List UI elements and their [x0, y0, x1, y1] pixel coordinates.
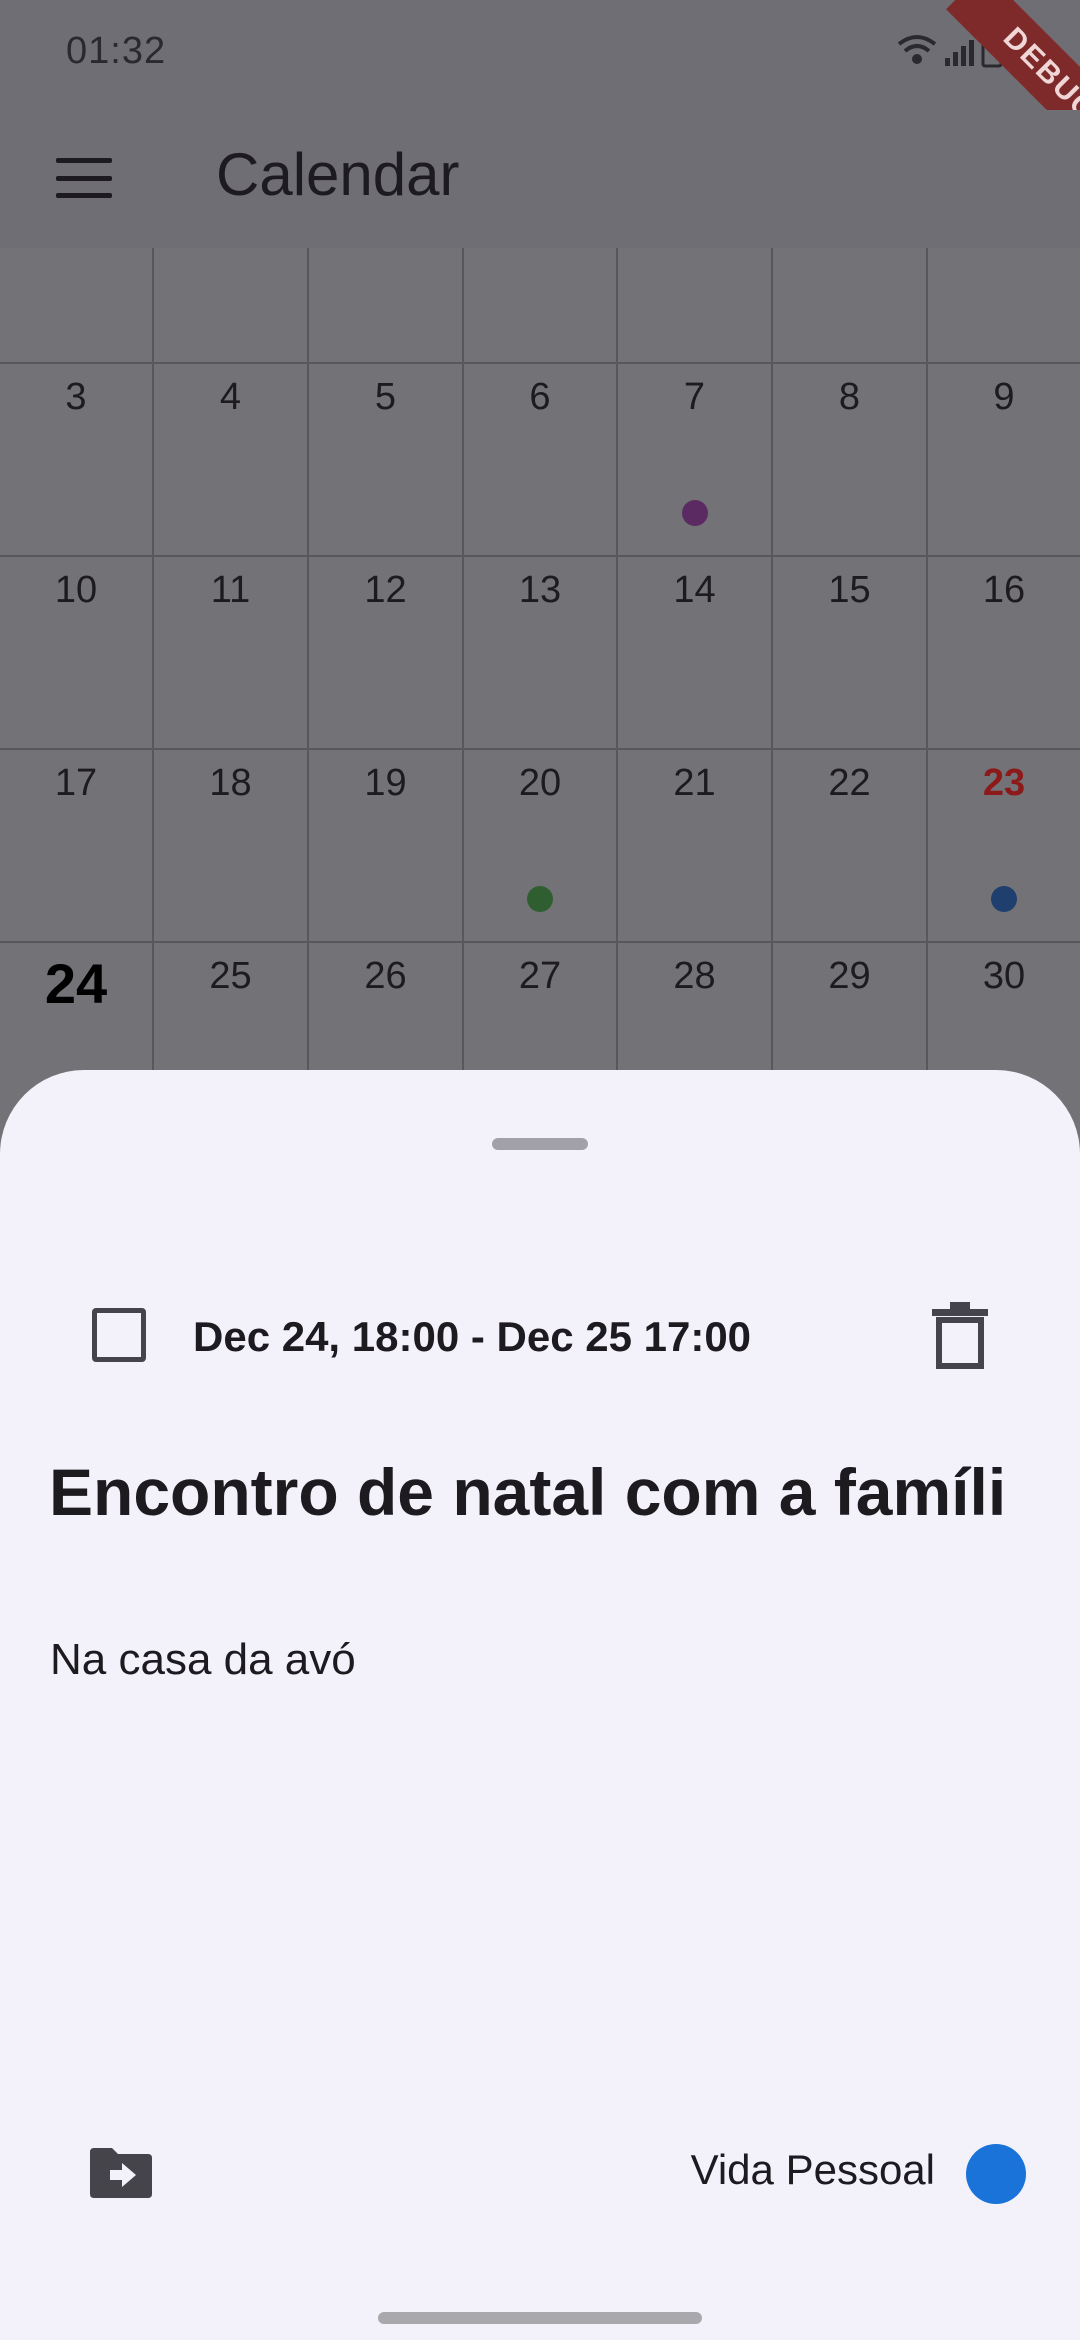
event-dot: [527, 886, 553, 912]
calendar-day-empty[interactable]: [154, 248, 309, 364]
event-detail-sheet: Dec 24, 18:00 - Dec 25 17:00 Encontro de…: [0, 1070, 1080, 2340]
event-datetime: Dec 24, 18:00 - Dec 25 17:00: [193, 1313, 752, 1360]
calendar-app: 01:32 DEBUG Calendar 3 4 5 6 7 8 9 10 11…: [0, 0, 1080, 2340]
day-number: 10: [54, 569, 98, 611]
day-number: 16: [982, 569, 1026, 611]
move-to-calendar-button[interactable]: [88, 2144, 154, 2200]
trash-icon: [932, 1302, 988, 1369]
menu-button[interactable]: [44, 138, 124, 218]
day-number: 11: [210, 569, 251, 611]
day-number: 4: [219, 376, 242, 418]
day-number: 8: [838, 376, 861, 418]
calendar-day-10[interactable]: 10: [0, 557, 154, 750]
calendar-day-18[interactable]: 18: [154, 750, 309, 943]
event-dot: [991, 886, 1017, 912]
calendar-day-17[interactable]: 17: [0, 750, 154, 943]
calendar-color-dot[interactable]: [966, 2144, 1026, 2204]
day-number: 13: [518, 569, 562, 611]
done-checkbox[interactable]: [92, 1308, 146, 1362]
day-number: 28: [673, 955, 716, 997]
event-description[interactable]: Na casa da avó: [50, 1630, 356, 1690]
day-number: 12: [364, 569, 407, 611]
calendar-day-19[interactable]: 19: [309, 750, 464, 943]
calendar-day-13[interactable]: 13: [464, 557, 618, 750]
calendar-day-empty[interactable]: [773, 248, 928, 364]
day-number: 25: [209, 955, 252, 997]
folder-move-icon: [90, 2148, 152, 2198]
calendar-day-empty[interactable]: [928, 248, 1080, 364]
calendar-day-empty[interactable]: [0, 248, 154, 364]
calendar-day-16[interactable]: 16: [928, 557, 1080, 750]
calendar-week-row: 3 4 5 6 7 8 9: [0, 364, 1080, 557]
day-number: 30: [982, 955, 1026, 997]
calendar-day-23[interactable]: 23: [928, 750, 1080, 943]
day-number: 18: [209, 762, 252, 804]
calendar-day-empty[interactable]: [618, 248, 773, 364]
day-number: 19: [364, 762, 407, 804]
calendar-day-8[interactable]: 8: [773, 364, 928, 557]
day-number: 23: [982, 762, 1026, 804]
calendar-day-20[interactable]: 20: [464, 750, 618, 943]
menu-icon: [56, 158, 112, 198]
day-number: 29: [828, 955, 871, 997]
status-bar: 01:32 DEBUG: [0, 0, 1080, 170]
day-number: 20: [518, 762, 562, 804]
day-number: 5: [374, 376, 397, 418]
day-number: 3: [65, 376, 87, 418]
calendar-name[interactable]: Vida Pessoal: [691, 2142, 935, 2198]
event-title[interactable]: Encontro de natal com a famíli: [49, 1450, 1049, 1534]
calendar-week-row: 10 11 12 13 14 15 16: [0, 557, 1080, 750]
day-number: 21: [673, 762, 716, 804]
status-time: 01:32: [66, 30, 167, 72]
day-number: 14: [673, 569, 716, 611]
day-number: 26: [364, 955, 407, 997]
day-number: 17: [54, 762, 98, 804]
home-indicator[interactable]: [378, 2312, 702, 2324]
day-number: 9: [993, 376, 1015, 418]
app-bar: Calendar: [0, 110, 1080, 248]
day-number: 22: [828, 762, 871, 804]
calendar-day-6[interactable]: 6: [464, 364, 618, 557]
drag-handle[interactable]: [492, 1138, 588, 1150]
calendar-day-14[interactable]: 14: [618, 557, 773, 750]
calendar-day-9[interactable]: 9: [928, 364, 1080, 557]
calendar-week-row: [0, 248, 1080, 364]
event-dot: [681, 500, 708, 526]
calendar-day-4[interactable]: 4: [154, 364, 309, 557]
calendar-day-15[interactable]: 15: [773, 557, 928, 750]
calendar-day-11[interactable]: 11: [154, 557, 309, 750]
calendar-day-12[interactable]: 12: [309, 557, 464, 750]
calendar-day-21[interactable]: 21: [618, 750, 773, 943]
calendar-day-empty[interactable]: [309, 248, 464, 364]
app-title: Calendar: [216, 141, 460, 208]
day-number: 6: [529, 376, 551, 418]
day-number: 27: [518, 955, 562, 997]
calendar-day-3[interactable]: 3: [0, 364, 154, 557]
calendar-day-22[interactable]: 22: [773, 750, 928, 943]
day-number: 15: [828, 569, 871, 611]
calendar-day-7[interactable]: 7: [618, 364, 773, 557]
delete-button[interactable]: [930, 1300, 990, 1370]
calendar-week-row: 17 18 19 20 21 22 23: [0, 750, 1080, 943]
calendar-day-5[interactable]: 5: [309, 364, 464, 557]
day-number: 7: [683, 376, 706, 418]
calendar-day-empty[interactable]: [464, 248, 618, 364]
day-number: 24: [44, 952, 108, 1015]
